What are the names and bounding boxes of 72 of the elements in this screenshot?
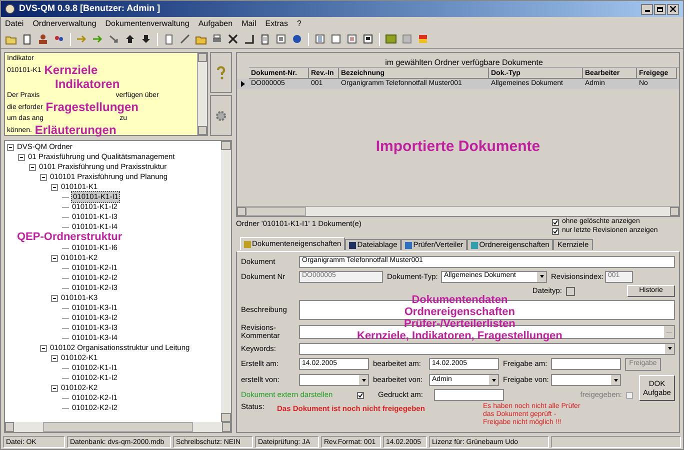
document-icon[interactable] [259, 33, 271, 45]
input-field[interactable] [551, 358, 621, 370]
arrow-icon[interactable] [108, 33, 120, 45]
collapse-toggle[interactable] [40, 344, 47, 352]
annotation-label: Importierte Dokumente [376, 137, 540, 158]
file-type-button[interactable] [566, 286, 575, 296]
annotation-label: Erläuterungen [34, 123, 116, 137]
collapse-toggle[interactable] [18, 154, 25, 160]
document-icon[interactable] [21, 33, 33, 45]
menu-item[interactable]: Ordnerverwaltung [32, 18, 96, 30]
list-icon[interactable] [346, 33, 358, 45]
up-arrow-icon[interactable] [124, 33, 136, 45]
annotation-label: Ordnereigenschaften [404, 306, 516, 318]
person-icon[interactable] [37, 33, 49, 45]
menu-item[interactable]: Extras [265, 18, 288, 30]
dropdown[interactable] [299, 342, 675, 354]
caret-icon [492, 378, 496, 382]
help-icon [215, 66, 227, 80]
tab-icon [405, 242, 412, 248]
collapse-toggle[interactable] [51, 384, 58, 392]
menu-item[interactable]: Mail [242, 18, 256, 30]
maximize-button[interactable] [654, 4, 666, 14]
annotation-label: Indikatoren [55, 77, 120, 91]
annotation-label: Fragestellungen [46, 100, 138, 114]
checkbox[interactable] [357, 392, 364, 398]
collapse-toggle[interactable] [51, 354, 58, 362]
annotation-label: Dokumentendaten [412, 294, 508, 306]
caret-icon [668, 347, 672, 350]
scrollbar[interactable] [5, 422, 231, 432]
collapse-toggle[interactable] [7, 144, 14, 150]
caret-icon [614, 378, 618, 382]
checkbox[interactable] [552, 219, 559, 226]
dropdown[interactable] [551, 374, 621, 386]
annotation-label: QEP-Ordnerstruktur [16, 232, 124, 243]
row-pointer-icon [241, 81, 245, 87]
printer-icon[interactable] [211, 33, 223, 45]
minimize-button[interactable] [641, 4, 653, 14]
collapse-toggle[interactable] [51, 254, 58, 262]
menu-item[interactable]: Dokumentenverwaltung [105, 18, 190, 30]
collapse-toggle[interactable] [40, 174, 47, 180]
collapse-toggle[interactable] [51, 294, 58, 302]
caret-icon [540, 275, 544, 278]
annotation-label: Kernziele [44, 63, 98, 77]
scrollbar[interactable] [221, 141, 231, 422]
document-icon[interactable] [163, 33, 175, 45]
menu-item[interactable]: ? [296, 18, 302, 30]
checkbox[interactable] [552, 228, 559, 235]
close-icon [670, 6, 676, 12]
scrollbar[interactable] [237, 206, 679, 216]
delete-icon[interactable] [227, 33, 239, 45]
input-field[interactable] [434, 389, 504, 401]
app-icon [5, 4, 15, 14]
menu-item[interactable]: Datei [5, 18, 24, 30]
window-icon[interactable] [330, 33, 342, 45]
window-icon[interactable] [275, 33, 287, 45]
tab-icon [471, 242, 478, 248]
close-button[interactable] [667, 4, 679, 14]
dropdown[interactable] [299, 374, 369, 386]
gear-icon [215, 110, 227, 122]
tab-icon [349, 242, 356, 248]
caret-icon [362, 378, 366, 382]
scrollbar[interactable] [197, 53, 207, 135]
collapse-toggle[interactable] [29, 164, 36, 170]
list-icon[interactable] [314, 33, 326, 45]
tab-icon [244, 240, 251, 248]
window-title: DVS-QM 0.9.8 [Benutzer: Admin ] [19, 2, 160, 16]
collapse-toggle[interactable] [51, 184, 58, 190]
flag-icon[interactable] [417, 33, 429, 45]
window-icon[interactable] [362, 33, 374, 45]
menu-item[interactable]: Aufgaben [198, 18, 233, 30]
down-arrow-icon[interactable] [140, 33, 152, 45]
settings-button[interactable] [210, 95, 232, 136]
